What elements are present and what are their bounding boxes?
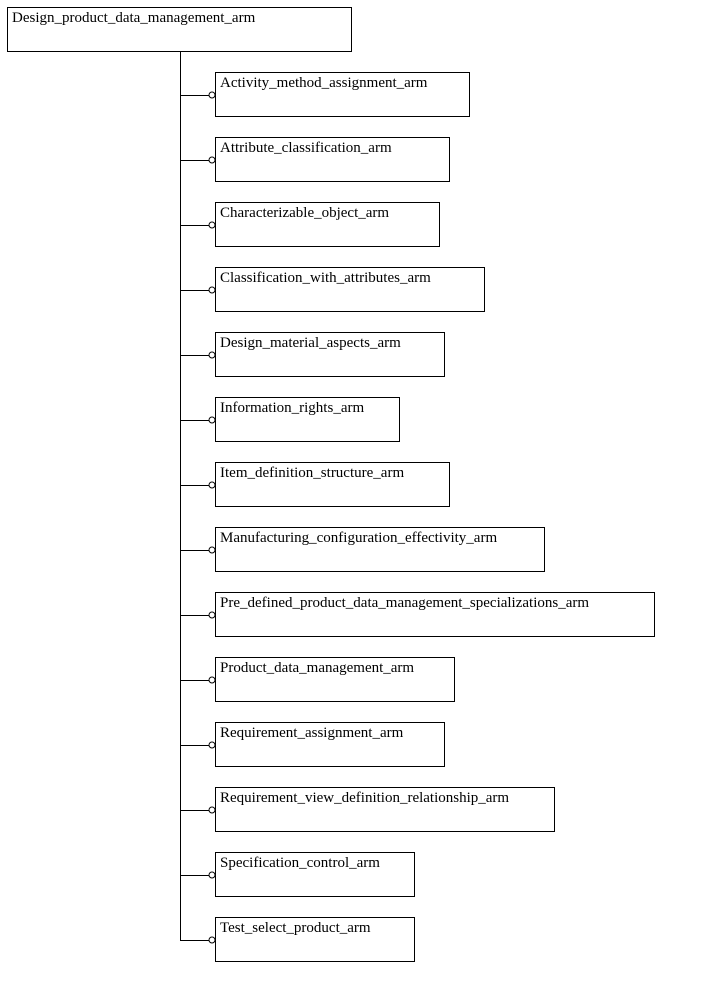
child-schema-box: Activity_method_assignment_arm xyxy=(215,72,470,117)
uses-relation-icon xyxy=(209,481,216,488)
connector-line xyxy=(180,745,209,746)
child-schema-label: Activity_method_assignment_arm xyxy=(220,75,465,92)
child-schema-box: Design_material_aspects_arm xyxy=(215,332,445,377)
root-schema-box: Design_product_data_management_arm xyxy=(7,7,352,52)
child-schema-label: Item_definition_structure_arm xyxy=(220,465,445,482)
child-schema-box: Pre_defined_product_data_management_spec… xyxy=(215,592,655,637)
child-schema-box: Information_rights_arm xyxy=(215,397,400,442)
child-schema-label: Requirement_view_definition_relationship… xyxy=(220,790,550,807)
connector-line xyxy=(180,875,209,876)
child-schema-label: Design_material_aspects_arm xyxy=(220,335,440,352)
connector-line xyxy=(180,615,209,616)
child-schema-label: Information_rights_arm xyxy=(220,400,395,417)
uses-relation-icon xyxy=(209,611,216,618)
uses-relation-icon xyxy=(209,936,216,943)
diagram-canvas: Design_product_data_management_arm Activi… xyxy=(0,0,713,981)
uses-relation-icon xyxy=(209,871,216,878)
connector-line xyxy=(180,680,209,681)
connector-line xyxy=(180,160,209,161)
child-schema-box: Classification_with_attributes_arm xyxy=(215,267,485,312)
trunk-line xyxy=(180,52,181,941)
root-schema-label: Design_product_data_management_arm xyxy=(12,10,347,27)
child-schema-box: Requirement_view_definition_relationship… xyxy=(215,787,555,832)
connector-line xyxy=(180,810,209,811)
child-schema-box: Specification_control_arm xyxy=(215,852,415,897)
connector-line xyxy=(180,290,209,291)
uses-relation-icon xyxy=(209,806,216,813)
child-schema-label: Pre_defined_product_data_management_spec… xyxy=(220,595,650,612)
connector-line xyxy=(180,420,209,421)
uses-relation-icon xyxy=(209,546,216,553)
child-schema-label: Manufacturing_configuration_effectivity_… xyxy=(220,530,540,547)
child-schema-box: Attribute_classification_arm xyxy=(215,137,450,182)
child-schema-label: Attribute_classification_arm xyxy=(220,140,445,157)
uses-relation-icon xyxy=(209,676,216,683)
connector-line xyxy=(180,355,209,356)
child-schema-label: Test_select_product_arm xyxy=(220,920,410,937)
uses-relation-icon xyxy=(209,416,216,423)
child-schema-label: Characterizable_object_arm xyxy=(220,205,435,222)
child-schema-label: Requirement_assignment_arm xyxy=(220,725,440,742)
connector-line xyxy=(180,940,209,941)
uses-relation-icon xyxy=(209,351,216,358)
child-schema-box: Test_select_product_arm xyxy=(215,917,415,962)
connector-line xyxy=(180,95,209,96)
child-schema-label: Product_data_management_arm xyxy=(220,660,450,677)
child-schema-label: Specification_control_arm xyxy=(220,855,410,872)
uses-relation-icon xyxy=(209,156,216,163)
uses-relation-icon xyxy=(209,741,216,748)
child-schema-box: Requirement_assignment_arm xyxy=(215,722,445,767)
child-schema-box: Characterizable_object_arm xyxy=(215,202,440,247)
child-schema-box: Manufacturing_configuration_effectivity_… xyxy=(215,527,545,572)
child-schema-label: Classification_with_attributes_arm xyxy=(220,270,480,287)
child-schema-box: Product_data_management_arm xyxy=(215,657,455,702)
connector-line xyxy=(180,485,209,486)
connector-line xyxy=(180,225,209,226)
uses-relation-icon xyxy=(209,91,216,98)
child-schema-box: Item_definition_structure_arm xyxy=(215,462,450,507)
uses-relation-icon xyxy=(209,286,216,293)
uses-relation-icon xyxy=(209,221,216,228)
connector-line xyxy=(180,550,209,551)
